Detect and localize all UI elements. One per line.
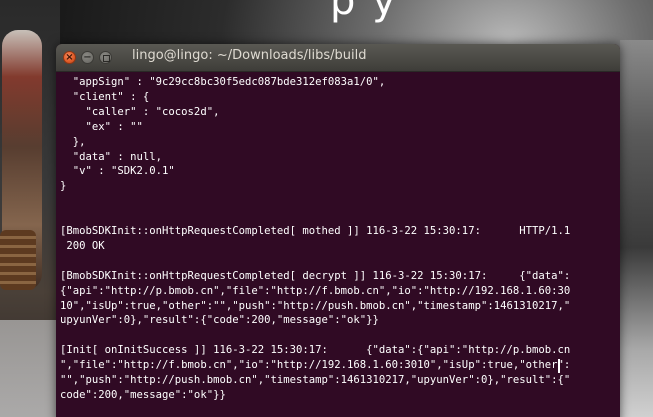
- wallpaper-right-region: [620, 40, 653, 417]
- terminal-body[interactable]: "appSign" : "9c29cc8bc30f5edc087bde312ef…: [56, 72, 620, 417]
- terminal-line: 200 OK: [60, 239, 105, 252]
- terminal-line: {"api":"http://p.bmob.cn","file":"http:/…: [60, 284, 571, 297]
- terminal-window[interactable]: × − lingo@lingo: ~/Downloads/libs/build …: [56, 44, 620, 417]
- minimize-button[interactable]: −: [81, 51, 94, 64]
- terminal-line: [BmobSDKInit::onHttpRequestCompleted[ mo…: [60, 225, 571, 238]
- terminal-line: "","push":"http://push.bmob.cn","timesta…: [60, 374, 571, 387]
- terminal-output: "appSign" : "9c29cc8bc30f5edc087bde312ef…: [60, 75, 610, 403]
- terminal-line: [Init[ onInitSuccess ]] 116-3-22 15:30:1…: [60, 344, 571, 357]
- wallpaper-bottom-left: [0, 320, 60, 417]
- terminal-line: "v" : "SDK2.0.1": [60, 165, 175, 178]
- close-icon: ×: [65, 52, 74, 63]
- terminal-line: 10","isUp":true,"other":"","push":"http:…: [60, 299, 571, 312]
- minimize-icon: −: [83, 52, 92, 63]
- terminal-line: [BmobSDKInit::onHttpRequestCompleted[ de…: [60, 269, 571, 282]
- terminal-line: "client" : {: [60, 90, 150, 103]
- window-titlebar[interactable]: × − lingo@lingo: ~/Downloads/libs/build: [56, 44, 620, 72]
- terminal-cursor: [558, 359, 560, 373]
- terminal-line: "appSign" : "9c29cc8bc30f5edc087bde312ef…: [60, 76, 386, 88]
- maximize-button[interactable]: [99, 51, 112, 64]
- window-title: lingo@lingo: ~/Downloads/libs/build: [132, 48, 367, 63]
- wallpaper-boot: [0, 230, 36, 290]
- terminal-line: "caller" : "cocos2d",: [60, 105, 220, 118]
- terminal-line: upyunVer":0},"result":{"code":200,"messa…: [60, 314, 379, 327]
- terminal-line: }: [60, 180, 67, 193]
- terminal-line: "data" : null,: [60, 150, 163, 163]
- maximize-icon: [103, 55, 110, 62]
- terminal-line: ","file":"http://f.bmob.cn","io":"http:/…: [60, 359, 571, 372]
- desktop-background: p y × − lingo@lingo: ~/Downloads/libs/bu…: [0, 0, 653, 417]
- terminal-line: "ex" : "": [60, 120, 143, 133]
- terminal-line: code":200,"message":"ok"}}: [60, 388, 226, 401]
- close-button[interactable]: ×: [63, 51, 76, 64]
- terminal-line: },: [60, 135, 86, 148]
- wallpaper-text: p y: [330, 0, 398, 24]
